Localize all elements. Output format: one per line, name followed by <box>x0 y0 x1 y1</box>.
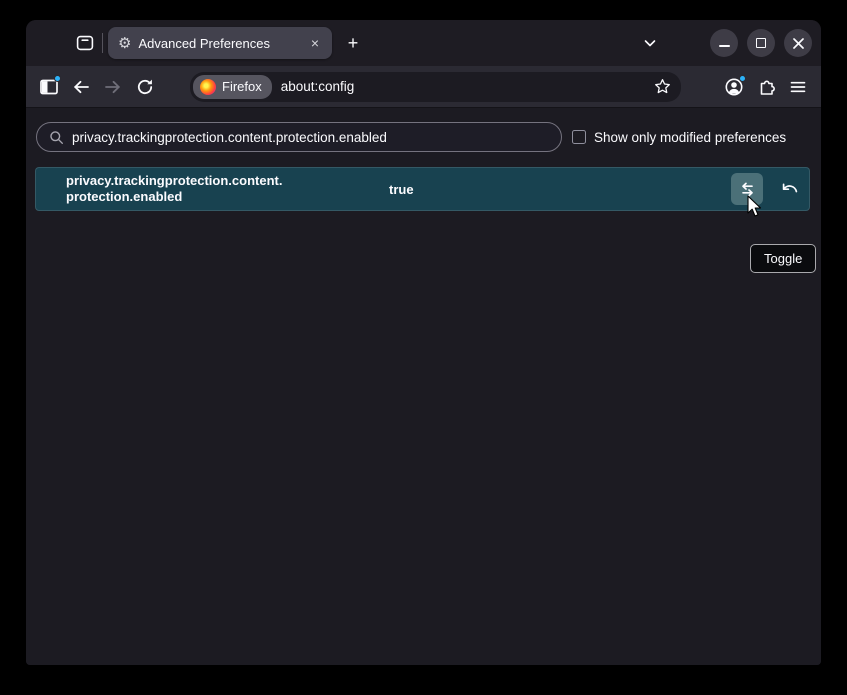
back-button[interactable] <box>66 72 96 102</box>
url-bar[interactable]: Firefox about:config <box>190 72 681 102</box>
search-input[interactable] <box>72 130 561 145</box>
close-button[interactable] <box>784 29 812 57</box>
pref-row[interactable]: privacy.trackingprotection.content. prot… <box>35 167 810 211</box>
identity-chip[interactable]: Firefox <box>193 75 272 99</box>
mouse-cursor <box>746 195 766 219</box>
forward-icon <box>104 79 122 95</box>
reload-button[interactable] <box>130 72 160 102</box>
firefox-view-icon <box>75 33 95 53</box>
back-icon <box>72 79 90 95</box>
url-text[interactable]: about:config <box>281 79 654 94</box>
extensions-button[interactable] <box>751 72 781 102</box>
tab-close-button[interactable]: × <box>305 33 325 53</box>
pref-name: privacy.trackingprotection.content. prot… <box>66 173 389 205</box>
minimize-button[interactable] <box>710 29 738 57</box>
pref-name-line1: privacy.trackingprotection.content. <box>66 173 389 189</box>
minimize-icon <box>719 45 730 47</box>
account-button[interactable] <box>719 72 749 102</box>
tab-advanced-preferences[interactable]: ⚙ Advanced Preferences × <box>108 27 332 59</box>
sidebar-button[interactable] <box>34 72 64 102</box>
show-modified-label[interactable]: Show only modified preferences <box>594 130 786 145</box>
tab-title: Advanced Preferences <box>138 36 305 51</box>
sidebar-notification-badge <box>54 75 61 82</box>
search-box[interactable] <box>36 122 562 152</box>
menu-button[interactable] <box>783 72 813 102</box>
firefox-view-button[interactable] <box>70 28 100 58</box>
account-notification-badge <box>739 75 746 82</box>
nav-toolbar: Firefox about:config <box>26 66 821 108</box>
tooltip: Toggle <box>750 244 816 273</box>
maximize-button[interactable] <box>747 29 775 57</box>
list-all-tabs-button[interactable] <box>638 31 662 55</box>
titlebar: ⚙ Advanced Preferences × + <box>26 20 821 66</box>
puzzle-icon <box>756 77 776 97</box>
pref-value: true <box>389 182 414 197</box>
window-controls <box>710 29 812 57</box>
bookmark-button[interactable] <box>654 78 671 95</box>
about-config-page: Show only modified preferences privacy.t… <box>26 108 821 665</box>
tab-separator <box>102 33 103 53</box>
firefox-logo-icon <box>200 79 216 95</box>
chevron-down-icon <box>642 35 658 51</box>
reload-icon <box>136 78 154 96</box>
filter-checkbox-wrap: Show only modified preferences <box>572 130 786 145</box>
undo-icon <box>779 180 799 198</box>
search-icon <box>49 130 64 145</box>
search-row: Show only modified preferences <box>36 122 811 152</box>
hamburger-icon <box>789 78 807 96</box>
browser-window: ⚙ Advanced Preferences × + <box>26 20 821 665</box>
forward-button[interactable] <box>98 72 128 102</box>
reset-button[interactable] <box>775 175 803 203</box>
star-icon <box>654 78 671 95</box>
identity-chip-label: Firefox <box>222 79 262 94</box>
close-icon <box>793 38 804 49</box>
new-tab-button[interactable]: + <box>339 29 367 57</box>
gear-icon: ⚙ <box>118 36 131 51</box>
pref-name-line2: protection.enabled <box>66 189 389 205</box>
show-modified-checkbox[interactable] <box>572 130 586 144</box>
maximize-icon <box>756 38 766 48</box>
